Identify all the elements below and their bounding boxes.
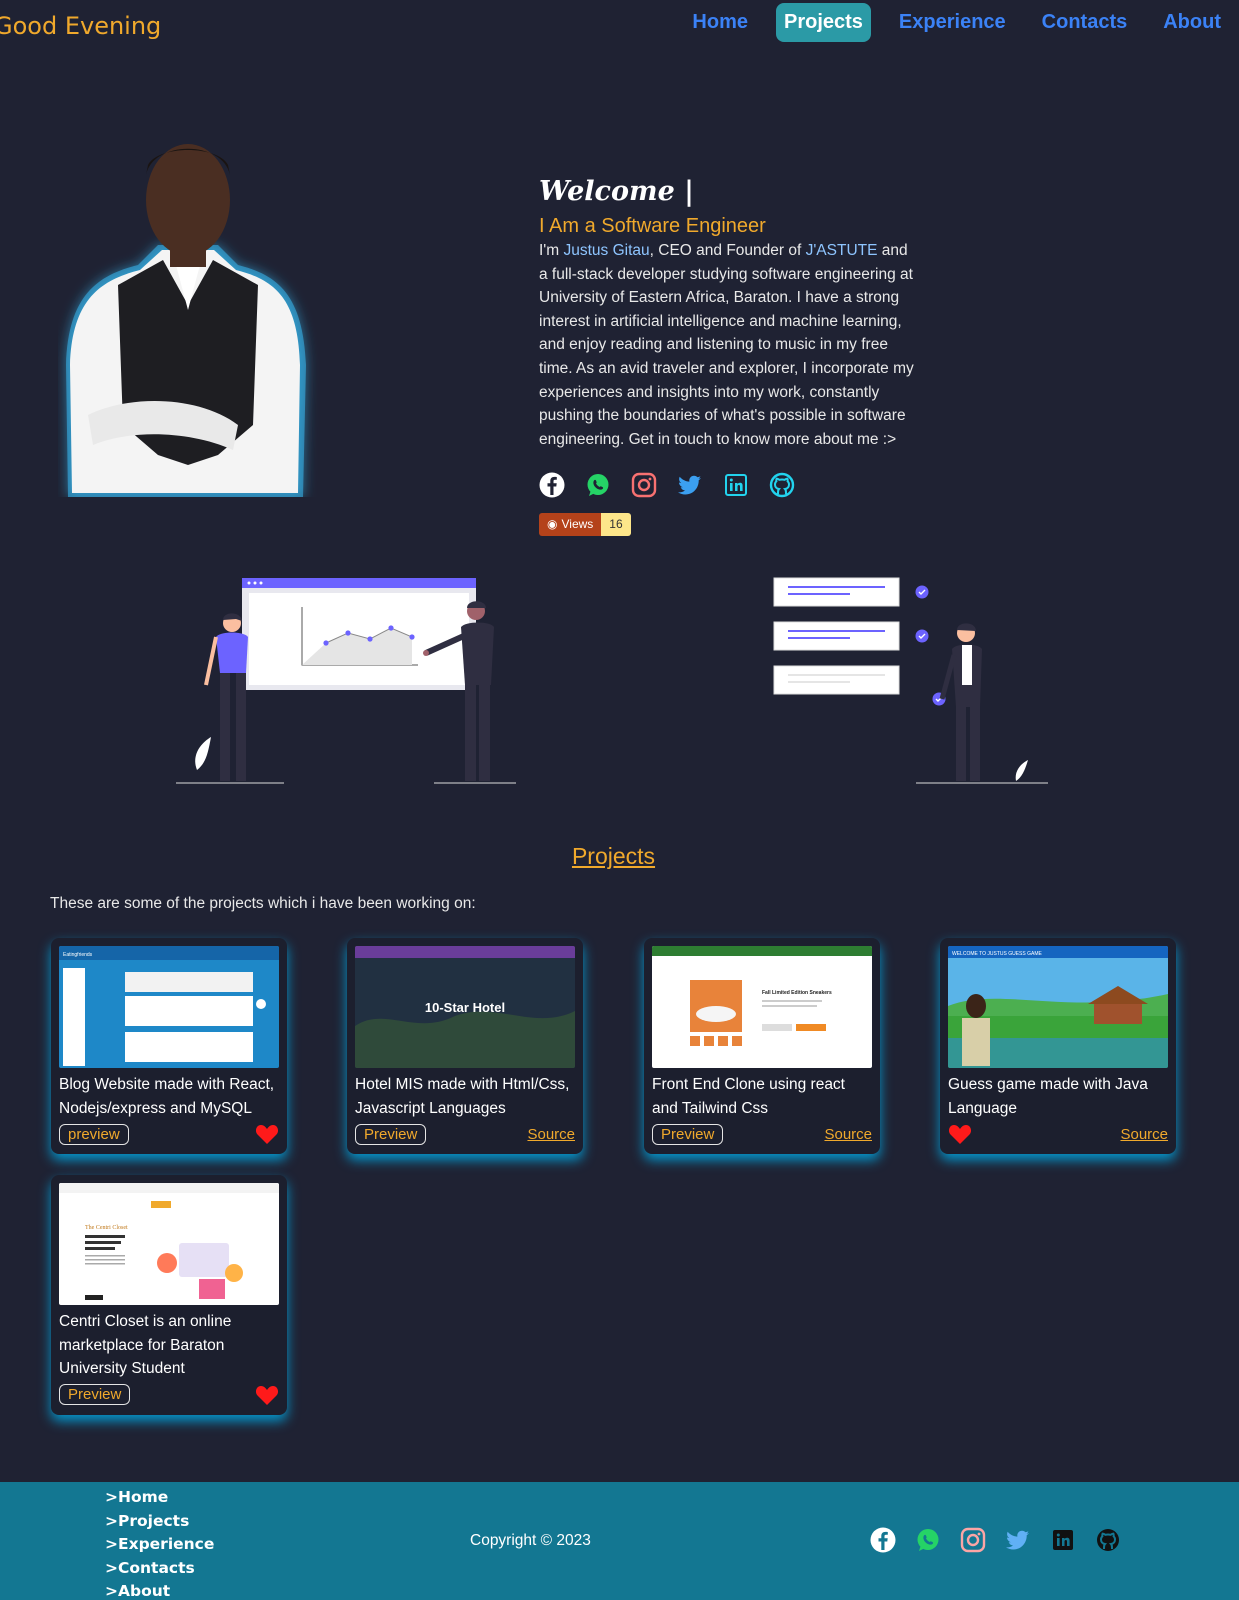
footer-social-links [870,1527,1121,1553]
top-nav: Good Evening Home Projects Experience Co… [0,0,1239,52]
projects-heading: Projects [571,843,656,869]
views-label-text: Views [561,517,594,532]
copyright-text: Copyright © 2023 [470,1532,591,1549]
project-title: Hotel MIS made with Html/Css, Javascript… [355,1076,570,1117]
preview-button[interactable]: Preview [59,1384,131,1406]
footer-projects-link[interactable]: >Projects [105,1510,214,1534]
facebook-icon[interactable] [539,472,565,498]
heart-icon[interactable] [255,1123,279,1145]
project-card: Eatingfriends Blog Website made with Rea… [51,938,287,1155]
project-card: The Centri Closet Centri Closet is an on… [51,1175,287,1415]
project-screenshot[interactable]: Fall Limited Edition Sneakers [652,946,872,1068]
source-link[interactable]: Source [824,1126,872,1143]
instagram-icon[interactable] [631,472,657,498]
project-actions: Source [948,1122,1168,1146]
footer-home-link[interactable]: >Home [105,1486,214,1510]
project-screenshot[interactable]: 10-Star Hotel [355,946,575,1068]
whatsapp-icon[interactable] [585,472,611,498]
project-screenshot[interactable]: Eatingfriends [59,946,279,1068]
bio-middle: , CEO and Founder of [649,242,806,259]
footer-nav: >Home >Projects >Experience >Contacts >A… [105,1486,214,1600]
views-count: 16 [601,513,631,537]
footer-about-link[interactable]: >About [105,1580,214,1600]
project-card: 10-Star Hotel Hotel MIS made with Html/C… [347,938,583,1155]
footer-experience-link[interactable]: >Experience [105,1533,214,1557]
project-title: Guess game made with Java Language [948,1076,1148,1117]
source-link[interactable]: Source [527,1126,575,1143]
project-card: WELCOME TO JUSTUS GUESS GAME Guess game … [940,938,1176,1155]
project-actions: Preview Source [355,1122,575,1146]
project-actions: preview [59,1122,279,1146]
nav-contacts-link[interactable]: Contacts [1034,3,1136,42]
preview-button[interactable]: preview [59,1123,129,1145]
bio-rest: and a full-stack developer studying soft… [539,242,914,448]
eye-icon: ◉ [547,517,558,532]
shot-caption: 10-Star Hotel [425,1000,505,1015]
project-screenshot[interactable]: The Centri Closet [59,1183,279,1305]
footer: >Home >Projects >Experience >Contacts >A… [0,1482,1239,1600]
linkedin-icon[interactable] [1050,1527,1076,1553]
checklist-illustration [773,577,1048,784]
project-title: Front End Clone using react and Tailwind… [652,1076,845,1117]
nav-home-link[interactable]: Home [684,3,756,42]
heart-icon[interactable] [948,1123,972,1145]
role-subtitle: I Am a Software Engineer [539,215,766,237]
twitter-icon[interactable] [677,472,703,498]
source-link[interactable]: Source [1120,1126,1168,1143]
linkedin-icon[interactable] [723,472,749,498]
profile-photo [66,144,306,497]
bio-prefix: I'm [539,242,564,259]
project-actions: Preview Source [652,1122,872,1146]
bio-paragraph: I'm Justus Gitau, CEO and Founder of J'A… [539,239,919,451]
greeting-text: Good Evening [0,12,162,40]
preview-button[interactable]: Preview [355,1123,427,1145]
project-screenshot[interactable]: WELCOME TO JUSTUS GUESS GAME [948,946,1168,1068]
github-icon[interactable] [1095,1527,1121,1553]
hero-section: Welcome | I Am a Software Engineer I'm J… [539,176,919,537]
shot-caption: Eatingfriends [63,952,93,958]
project-card: Fall Limited Edition Sneakers Front End … [644,938,880,1155]
project-title: Blog Website made with React, Nodejs/exp… [59,1076,275,1117]
views-label: ◉ Views [539,513,602,537]
shot-caption: Fall Limited Edition Sneakers [762,990,832,996]
facebook-icon[interactable] [870,1527,896,1553]
views-badge: ◉ Views 16 [539,513,919,537]
bio-company-link[interactable]: J'ASTUTE [806,242,878,259]
nav-experience-link[interactable]: Experience [891,3,1014,42]
project-title: Centri Closet is an online marketplace f… [59,1313,232,1378]
project-actions: Preview [59,1383,279,1407]
whatsapp-icon[interactable] [915,1527,941,1553]
nav-projects-link[interactable]: Projects [775,3,871,42]
shot-caption: The Centri Closet [85,1225,128,1231]
nav-about-link[interactable]: About [1155,3,1229,42]
nav-links: Home Projects Experience Contacts About [684,3,1229,42]
instagram-icon[interactable] [960,1527,986,1553]
welcome-heading: Welcome | [539,176,694,207]
bio-name-link[interactable]: Justus Gitau [563,242,649,259]
shot-caption: WELCOME TO JUSTUS GUESS GAME [952,951,1042,957]
github-icon[interactable] [769,472,795,498]
twitter-icon[interactable] [1005,1527,1031,1553]
presentation-illustration [176,578,516,784]
hero-social-links [539,472,919,498]
preview-button[interactable]: Preview [652,1123,724,1145]
projects-intro: These are some of the projects which i h… [50,895,476,912]
heart-icon[interactable] [255,1384,279,1406]
footer-contacts-link[interactable]: >Contacts [105,1557,214,1581]
